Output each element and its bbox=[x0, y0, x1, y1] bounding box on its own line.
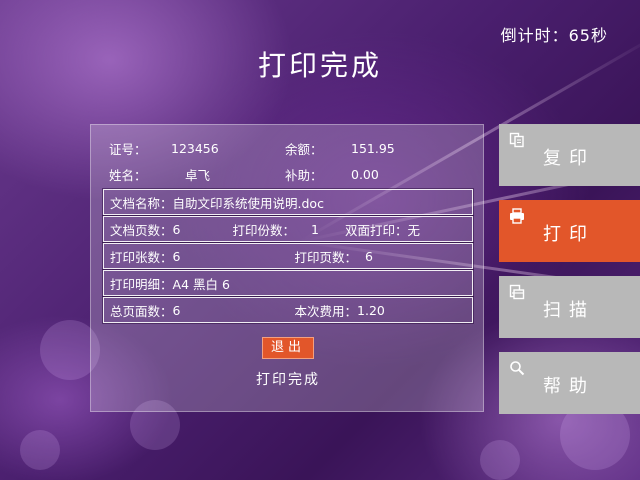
balance-value: 151.95 bbox=[351, 140, 395, 156]
fee-value: 1.20 bbox=[357, 302, 385, 318]
doc-pages-label: 文档页数： bbox=[110, 222, 173, 238]
name-value: 卓飞 bbox=[185, 167, 211, 183]
detail-label: 打印明细： bbox=[110, 276, 173, 292]
copies-value: 1 bbox=[311, 221, 319, 237]
id-label: 证号： bbox=[109, 141, 147, 157]
name-label: 姓名： bbox=[109, 167, 147, 183]
fee-label: 本次费用： bbox=[294, 303, 358, 319]
sidebar-item-print[interactable]: 打印 bbox=[499, 200, 640, 262]
document-name-row: 文档名称： 自助文印系统使用说明.doc bbox=[102, 188, 474, 216]
bokeh-light bbox=[20, 430, 60, 470]
page-title: 打印完成 bbox=[257, 49, 382, 82]
sidebar-item-scan[interactable]: 扫描 bbox=[499, 276, 640, 338]
print-summary-panel: 证号： 123456 余额： 151.95 姓名： 卓飞 补助： 0.00 文档… bbox=[90, 124, 484, 412]
subsidy-value: 0.00 bbox=[351, 166, 379, 182]
account-row-1: 证号： 123456 余额： 151.95 bbox=[109, 138, 395, 158]
detail-value: A4 黑白 6 bbox=[172, 276, 230, 292]
print-pages-value: 6 bbox=[365, 248, 373, 264]
sidebar-item-label: 复印 bbox=[543, 148, 595, 169]
total-pages-value: 6 bbox=[172, 302, 181, 318]
countdown-timer: 倒计时：65秒 bbox=[500, 26, 608, 45]
doc-pages-value: 6 bbox=[172, 221, 181, 237]
sheets-label: 打印张数： bbox=[110, 249, 173, 265]
print-detail-row: 打印明细： A4 黑白 6 bbox=[102, 269, 474, 297]
copies-label: 打印份数： bbox=[232, 222, 296, 238]
account-row-2: 姓名： 卓飞 补助： 0.00 bbox=[109, 164, 379, 184]
balance-label: 余额： bbox=[285, 141, 323, 157]
document-pages-row: 文档页数： 6 打印份数： 1 双面打印： 无 bbox=[102, 215, 474, 243]
exit-button[interactable]: 退出 bbox=[262, 337, 314, 359]
print-pages-label: 打印页数： bbox=[294, 249, 358, 265]
duplex-label: 双面打印： bbox=[345, 222, 408, 238]
printer-icon bbox=[510, 208, 524, 224]
sheets-value: 6 bbox=[172, 248, 181, 264]
sidebar-item-help[interactable]: 帮助 bbox=[499, 352, 640, 414]
copy-icon bbox=[509, 132, 524, 148]
bokeh-light bbox=[480, 440, 520, 480]
total-fee-row: 总页面数： 6 本次费用： 1.20 bbox=[102, 296, 474, 324]
sidebar-item-label: 扫描 bbox=[543, 300, 595, 321]
duplex-value: 无 bbox=[407, 222, 421, 238]
sidebar-item-label: 帮助 bbox=[543, 376, 595, 397]
scan-icon bbox=[509, 284, 525, 300]
status-text: 打印完成 bbox=[256, 372, 320, 388]
sidebar-item-copy[interactable]: 复印 bbox=[499, 124, 640, 186]
id-value: 123456 bbox=[171, 140, 219, 156]
doc-name-label: 文档名称： bbox=[110, 195, 173, 211]
help-icon bbox=[510, 361, 525, 376]
subsidy-label: 补助： bbox=[285, 167, 323, 183]
total-pages-label: 总页面数： bbox=[110, 303, 173, 319]
sheets-row: 打印张数： 6 打印页数： 6 bbox=[102, 242, 474, 270]
doc-name-value: 自助文印系统使用说明.doc bbox=[172, 195, 324, 211]
sidebar-item-label: 打印 bbox=[543, 224, 595, 245]
